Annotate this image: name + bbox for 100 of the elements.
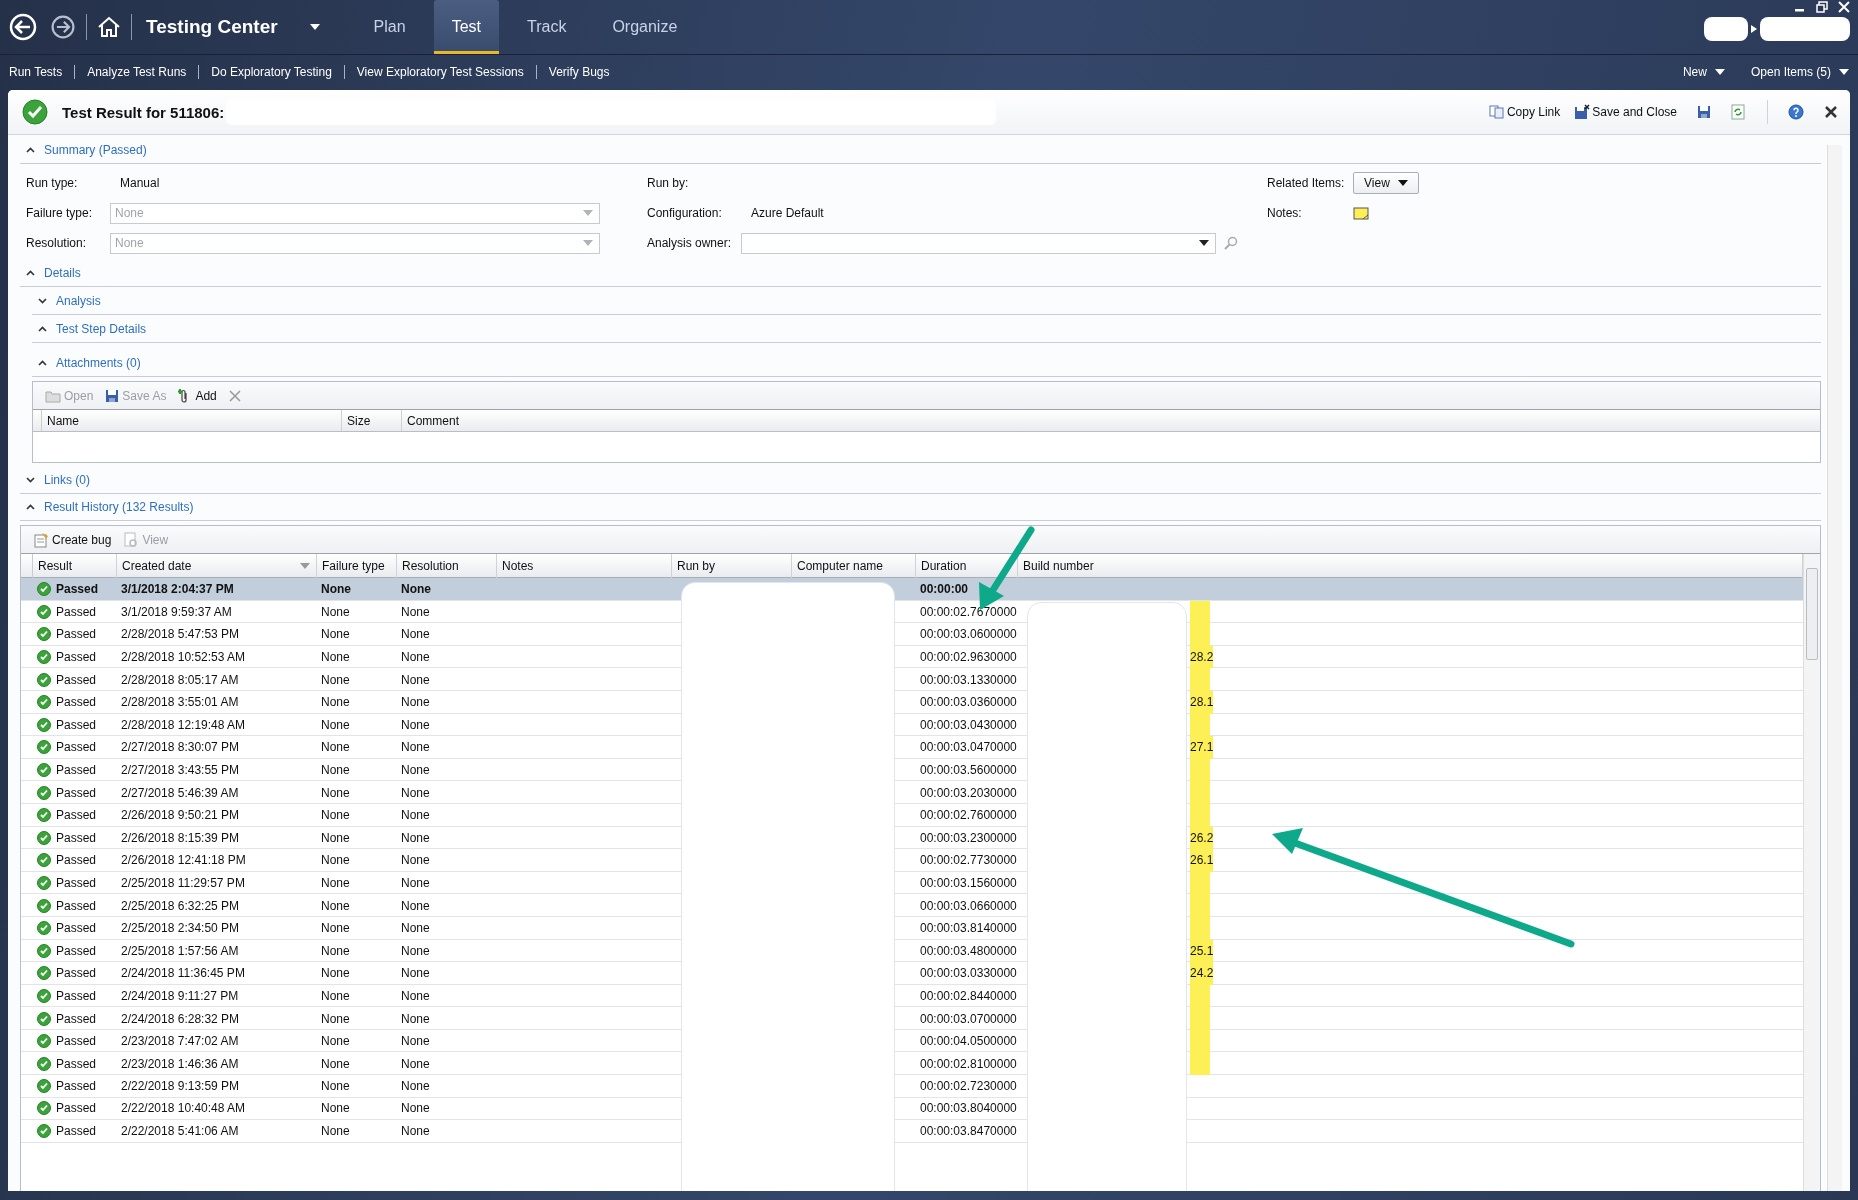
table-cell: Passed <box>56 966 97 981</box>
table-cell: 28.1 <box>1190 690 1214 714</box>
table-cell: Passed <box>56 1056 97 1071</box>
table-cell: None <box>401 604 430 619</box>
table-cell: Passed <box>56 785 97 800</box>
passed-icon <box>37 943 51 958</box>
home-icon[interactable] <box>97 15 121 39</box>
passed-icon <box>37 581 51 596</box>
column-header[interactable]: Comment <box>402 410 1820 431</box>
save-close-icon <box>1574 104 1591 120</box>
table-cell: Passed <box>56 921 97 936</box>
table-row[interactable]: Passed 3/1/2018 2:04:37 PM None None 00:00:00 <box>21 578 1803 601</box>
table-cell: None <box>321 763 350 778</box>
note-icon[interactable] <box>1353 206 1369 220</box>
back-icon[interactable] <box>8 12 38 42</box>
section-header[interactable]: Analysis <box>56 293 101 308</box>
table-cell: 25.1 <box>1190 939 1214 963</box>
table-cell: Passed <box>56 830 97 845</box>
column-header[interactable]: Name <box>42 410 342 431</box>
table-cell: Passed <box>56 604 97 619</box>
table-cell: None <box>401 740 430 755</box>
section-header[interactable]: Result History (132 Results) <box>44 500 194 514</box>
action-button[interactable]: Save and Close <box>1574 104 1677 120</box>
section-header[interactable]: Details <box>44 266 81 280</box>
bug-report-icon <box>33 531 49 548</box>
table-cell: 2/26/2018 8:15:39 PM <box>121 830 240 845</box>
table-cell: None <box>321 1124 350 1139</box>
menu-button[interactable]: New <box>1682 64 1725 79</box>
table-cell: None <box>401 627 430 642</box>
scrollbar[interactable] <box>1827 145 1842 1191</box>
forward-icon[interactable] <box>50 14 76 40</box>
table-cell: None <box>401 1124 430 1139</box>
table-cell: 00:00:03.0330000 <box>920 966 1017 981</box>
copy-icon <box>1488 105 1505 119</box>
nav-tab[interactable]: Track <box>509 0 585 54</box>
section-header[interactable]: Test Step Details <box>56 321 147 336</box>
save-icon[interactable] <box>1697 105 1711 119</box>
table-cell: 00:00:02.7670000 <box>920 604 1017 619</box>
restore-icon[interactable] <box>1816 1 1828 13</box>
table-cell: 00:00:03.0430000 <box>920 717 1017 732</box>
table-cell: Passed <box>56 717 97 732</box>
expand-icon[interactable] <box>38 297 47 304</box>
scrollbar[interactable] <box>1803 554 1820 1191</box>
table-cell: 00:00:03.0470000 <box>920 740 1017 755</box>
table-cell: 00:00:03.0700000 <box>920 1011 1017 1026</box>
help-icon[interactable] <box>1788 104 1804 120</box>
field-value: Azure Default <box>751 206 824 220</box>
section-header[interactable]: Summary (Passed) <box>44 143 147 157</box>
section-header[interactable]: Links (0) <box>44 473 90 487</box>
collapse-icon[interactable] <box>26 147 35 153</box>
table-cell: 2/24/2018 9:11:27 PM <box>121 989 239 1003</box>
table-cell: None <box>321 740 350 755</box>
table-cell: Passed <box>56 1011 97 1026</box>
field-label: Run type: <box>26 176 79 190</box>
nav-link[interactable]: View Exploratory Test Sessions <box>343 64 536 79</box>
nav-link[interactable]: Run Tests <box>9 64 75 79</box>
table-cell: None <box>321 581 351 596</box>
table-cell: Passed <box>56 989 97 1003</box>
caret-icon[interactable] <box>309 24 320 30</box>
close-icon[interactable] <box>1824 105 1838 119</box>
action-button[interactable]: Copy Link <box>1488 105 1561 119</box>
passed-icon <box>37 808 51 823</box>
table-cell: 2/23/2018 7:47:02 AM <box>121 1034 239 1049</box>
table-cell: None <box>401 943 430 958</box>
nav-tab[interactable]: Organize <box>594 0 696 54</box>
table-cell: 24.2 <box>1190 962 1214 985</box>
menu-button[interactable]: Open Items (5) <box>1750 64 1849 79</box>
section-header[interactable]: Attachments (0) <box>56 355 141 370</box>
table-cell: None <box>401 785 430 800</box>
toolbar-button[interactable]: Create bug <box>33 531 112 548</box>
nav-link[interactable]: Do Exploratory Testing <box>198 64 344 79</box>
nav-link[interactable]: Verify Bugs <box>535 64 622 79</box>
table-cell: None <box>401 853 430 868</box>
caret-icon <box>583 240 593 246</box>
dropdown-button[interactable]: View <box>1353 172 1419 194</box>
column-header[interactable]: Size <box>342 410 402 431</box>
collapse-icon[interactable] <box>38 359 47 366</box>
refresh-icon[interactable] <box>1731 104 1745 120</box>
collapse-icon[interactable] <box>26 270 35 276</box>
save-icon <box>105 388 120 403</box>
table-cell: 00:00:02.7230000 <box>920 1078 1017 1093</box>
collapse-icon[interactable] <box>26 504 35 510</box>
table-cell: Passed <box>56 876 97 890</box>
view-icon <box>123 531 140 548</box>
passed-icon <box>37 650 51 665</box>
nav-tab[interactable]: Test <box>433 0 499 54</box>
collapse-icon[interactable] <box>38 325 47 332</box>
nav-link[interactable]: Analyze Test Runs <box>74 64 199 79</box>
table-cell: None <box>401 717 430 732</box>
table-cell: 2/22/2018 5:41:06 AM <box>121 1124 239 1139</box>
toolbar-button[interactable]: Add <box>178 387 217 404</box>
table-cell: None <box>401 695 430 710</box>
passed-icon <box>37 695 51 710</box>
dropdown-field[interactable] <box>741 232 1216 254</box>
table-cell: 2/27/2018 3:43:55 PM <box>121 763 240 778</box>
table-cell: 2/24/2018 11:36:45 PM <box>121 966 245 981</box>
passed-icon <box>37 1011 51 1026</box>
caret-icon <box>1714 68 1725 75</box>
nav-tab[interactable]: Plan <box>355 0 424 54</box>
expand-icon[interactable] <box>26 477 35 483</box>
